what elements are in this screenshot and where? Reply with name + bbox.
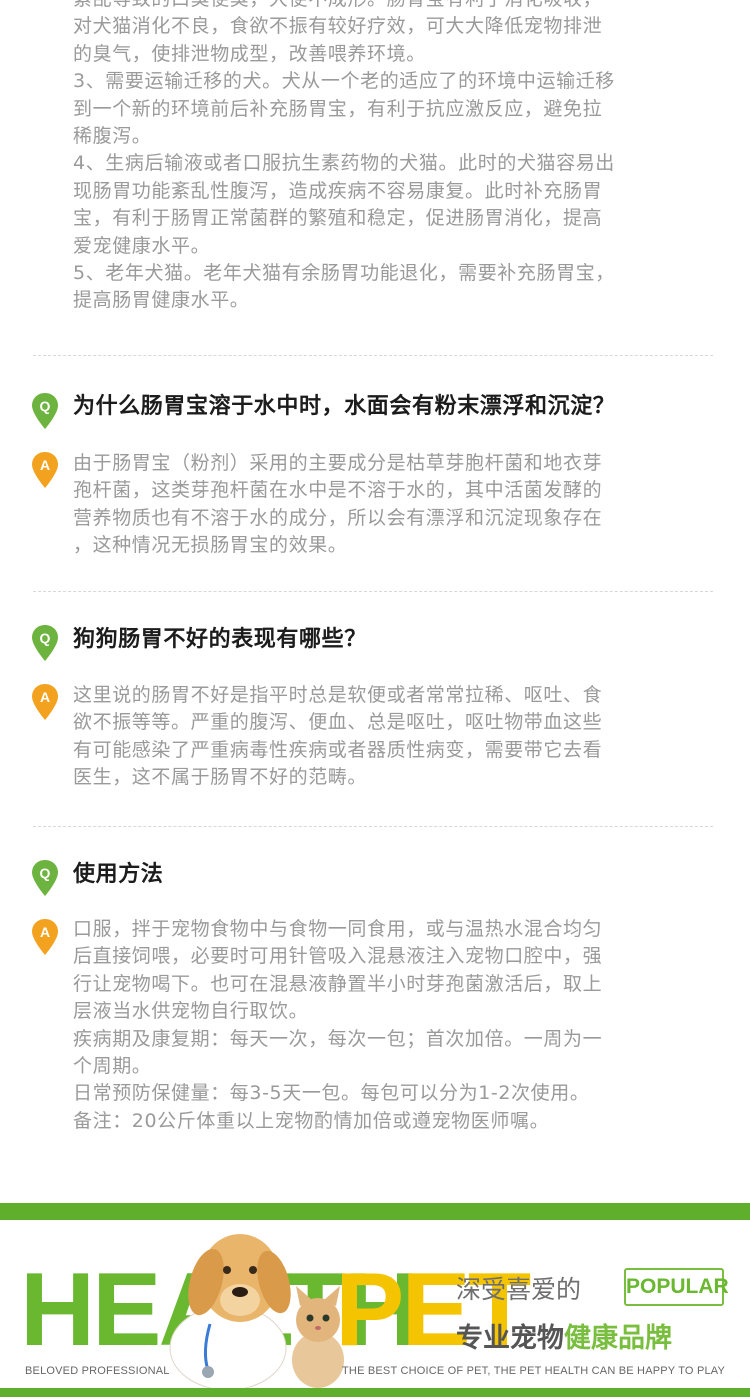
a-pin-icon: A <box>31 918 59 956</box>
divider <box>33 355 713 356</box>
text-line: 稀腹泻。 <box>73 125 152 148</box>
text-line: 有可能感染了严重病毒性疾病或者器质性病变，需要带它去看 <box>73 738 603 761</box>
brand-part1: 专业宠物 <box>456 1323 564 1354</box>
text-line: 个周期。 <box>73 1055 152 1078</box>
answer-paragraph: 这里说的肠胃不好是指平时总是软便或者常常拉稀、呕吐、食 欲不振等等。严重的腹泻、… <box>73 682 703 792</box>
a-badge-letter: A <box>40 924 50 940</box>
brand-part2: 健康品牌 <box>564 1323 672 1354</box>
text-line: 紊乱等致的口臭便臭，大便不成形。肠胃宝有利于消化吸收， <box>73 0 703 13</box>
brand-line: 专业宠物健康品牌 <box>456 1316 672 1355</box>
answer-paragraph: 口服，拌于宠物食物中与食物一同食用，或与温热水混合均匀 后直接饲喂，必要时可用针… <box>73 916 703 1135</box>
divider <box>33 826 713 827</box>
q-badge-letter: Q <box>40 630 51 646</box>
q-pin-icon: Q <box>31 859 59 897</box>
banner-panel: HEALTH PET 深受喜爱的 POPULAR 专业宠物健康品 <box>0 1220 750 1388</box>
text-line: 后直接饲喂，必要时可用针管吸入混悬液注入宠物口腔中，强 <box>73 945 603 968</box>
tagline-right: THE BEST CHOICE OF PET, THE PET HEALTH C… <box>342 1365 726 1377</box>
text-line: 备注：20公斤体重以上宠物酌情加倍或遵宠物医师嘱。 <box>73 1109 550 1132</box>
intro-paragraph: 紊乱等致的口臭便臭，大便不成形。肠胃宝有利于消化吸收， 对犬猫消化不良，食欲不振… <box>73 0 703 315</box>
question-heading: 狗狗肠胃不好的表现有哪些？ <box>73 627 367 652</box>
text-line: 孢杆菌，这类芽孢杆菌在水中是不溶于水的，其中活菌发酵的 <box>73 479 603 502</box>
tagline-left: BELOVED PROFESSIONAL <box>25 1365 170 1377</box>
text-line: 医生，这不属于肠胃不好的范畴。 <box>73 766 368 789</box>
text-line: 现肠胃功能紊乱性腹泻，造成疾病不容易康复。此时补充肠胃 <box>73 179 603 202</box>
divider <box>33 591 713 592</box>
dog-and-cat-illustration <box>169 1234 344 1388</box>
text-line: 到一个新的环境前后补充肠胃宝，有利于抗应激反应，避免拉 <box>73 97 603 120</box>
text-line: 5、老年犬猫。老年犬猫有余肠胃功能退化，需要补充肠胃宝， <box>73 262 615 285</box>
text-line: 提高肠胃健康水平。 <box>73 289 250 312</box>
text-line: 口服，拌于宠物食物中与食物一同食用，或与温热水混合均匀 <box>73 918 603 940</box>
text-line: 由于肠胃宝（粉剂）采用的主要成分是枯草芽胞杆菌和地衣芽 <box>73 452 603 474</box>
text-line: 营养物质也有不溶于水的成分，所以会有漂浮和沉淀现象存在 <box>73 506 603 529</box>
text-line: 欲不振等等。严重的腹泻、便血、总是呕吐，呕吐物带血这些 <box>73 711 603 734</box>
text-line: 的臭气，使排泄物成型，改善喂养环境。 <box>73 42 426 65</box>
popular-badge: POPULAR <box>624 1268 729 1306</box>
text-line: 行让宠物喝下。也可在混悬液静置半小时芽孢菌激活后，取上 <box>73 972 603 995</box>
question-heading: 使用方法 <box>73 862 164 887</box>
text-line: 这里说的肠胃不好是指平时总是软便或者常常拉稀、呕吐、食 <box>73 684 603 706</box>
q-pin-icon: Q <box>31 624 59 662</box>
question-heading: 为什么肠胃宝溶于水中时，水面会有粉末漂浮和沉淀？ <box>73 394 616 419</box>
text-line: 3、需要运输迁移的犬。犬从一个老的适应了的环境中运输迁移 <box>73 70 615 93</box>
a-badge-letter: A <box>40 457 50 473</box>
a-pin-icon: A <box>31 683 59 721</box>
a-pin-icon: A <box>31 451 59 489</box>
q-badge-letter: Q <box>40 865 51 881</box>
brand-banner: HEALTH PET 深受喜爱的 POPULAR 专业宠物健康品 <box>0 1203 750 1397</box>
q-pin-icon: Q <box>31 392 59 430</box>
text-line: ，这种情况无损肠胃宝的效果。 <box>73 534 348 557</box>
banner-slogan: 深受喜爱的 <box>456 1275 582 1304</box>
a-badge-letter: A <box>40 689 50 705</box>
text-line: 对犬猫消化不良，食欲不振有较好疗效，可大大降低宠物排泄 <box>73 15 603 38</box>
text-line: 爱宠健康水平。 <box>73 234 211 257</box>
text-line: 日常预防保健量：每3-5天一包。每包可以分为1-2次使用。 <box>73 1082 590 1105</box>
text-line: 层液当水供宠物自行取饮。 <box>73 1000 309 1023</box>
text-line: 4、生病后输液或者口服抗生素药物的犬猫。此时的犬猫容易出 <box>73 152 615 175</box>
text-line: 疾病期及康复期：每天一次，每次一包；首次加倍。一周为一 <box>73 1027 603 1050</box>
text-line: 宝，有利于肠胃正常菌群的繁殖和稳定，促进肠胃消化，提高 <box>73 207 603 230</box>
answer-paragraph: 由于肠胃宝（粉剂）采用的主要成分是枯草芽胞杆菌和地衣芽 孢杆菌，这类芽孢杆菌在水… <box>73 450 703 560</box>
q-badge-letter: Q <box>40 398 51 414</box>
